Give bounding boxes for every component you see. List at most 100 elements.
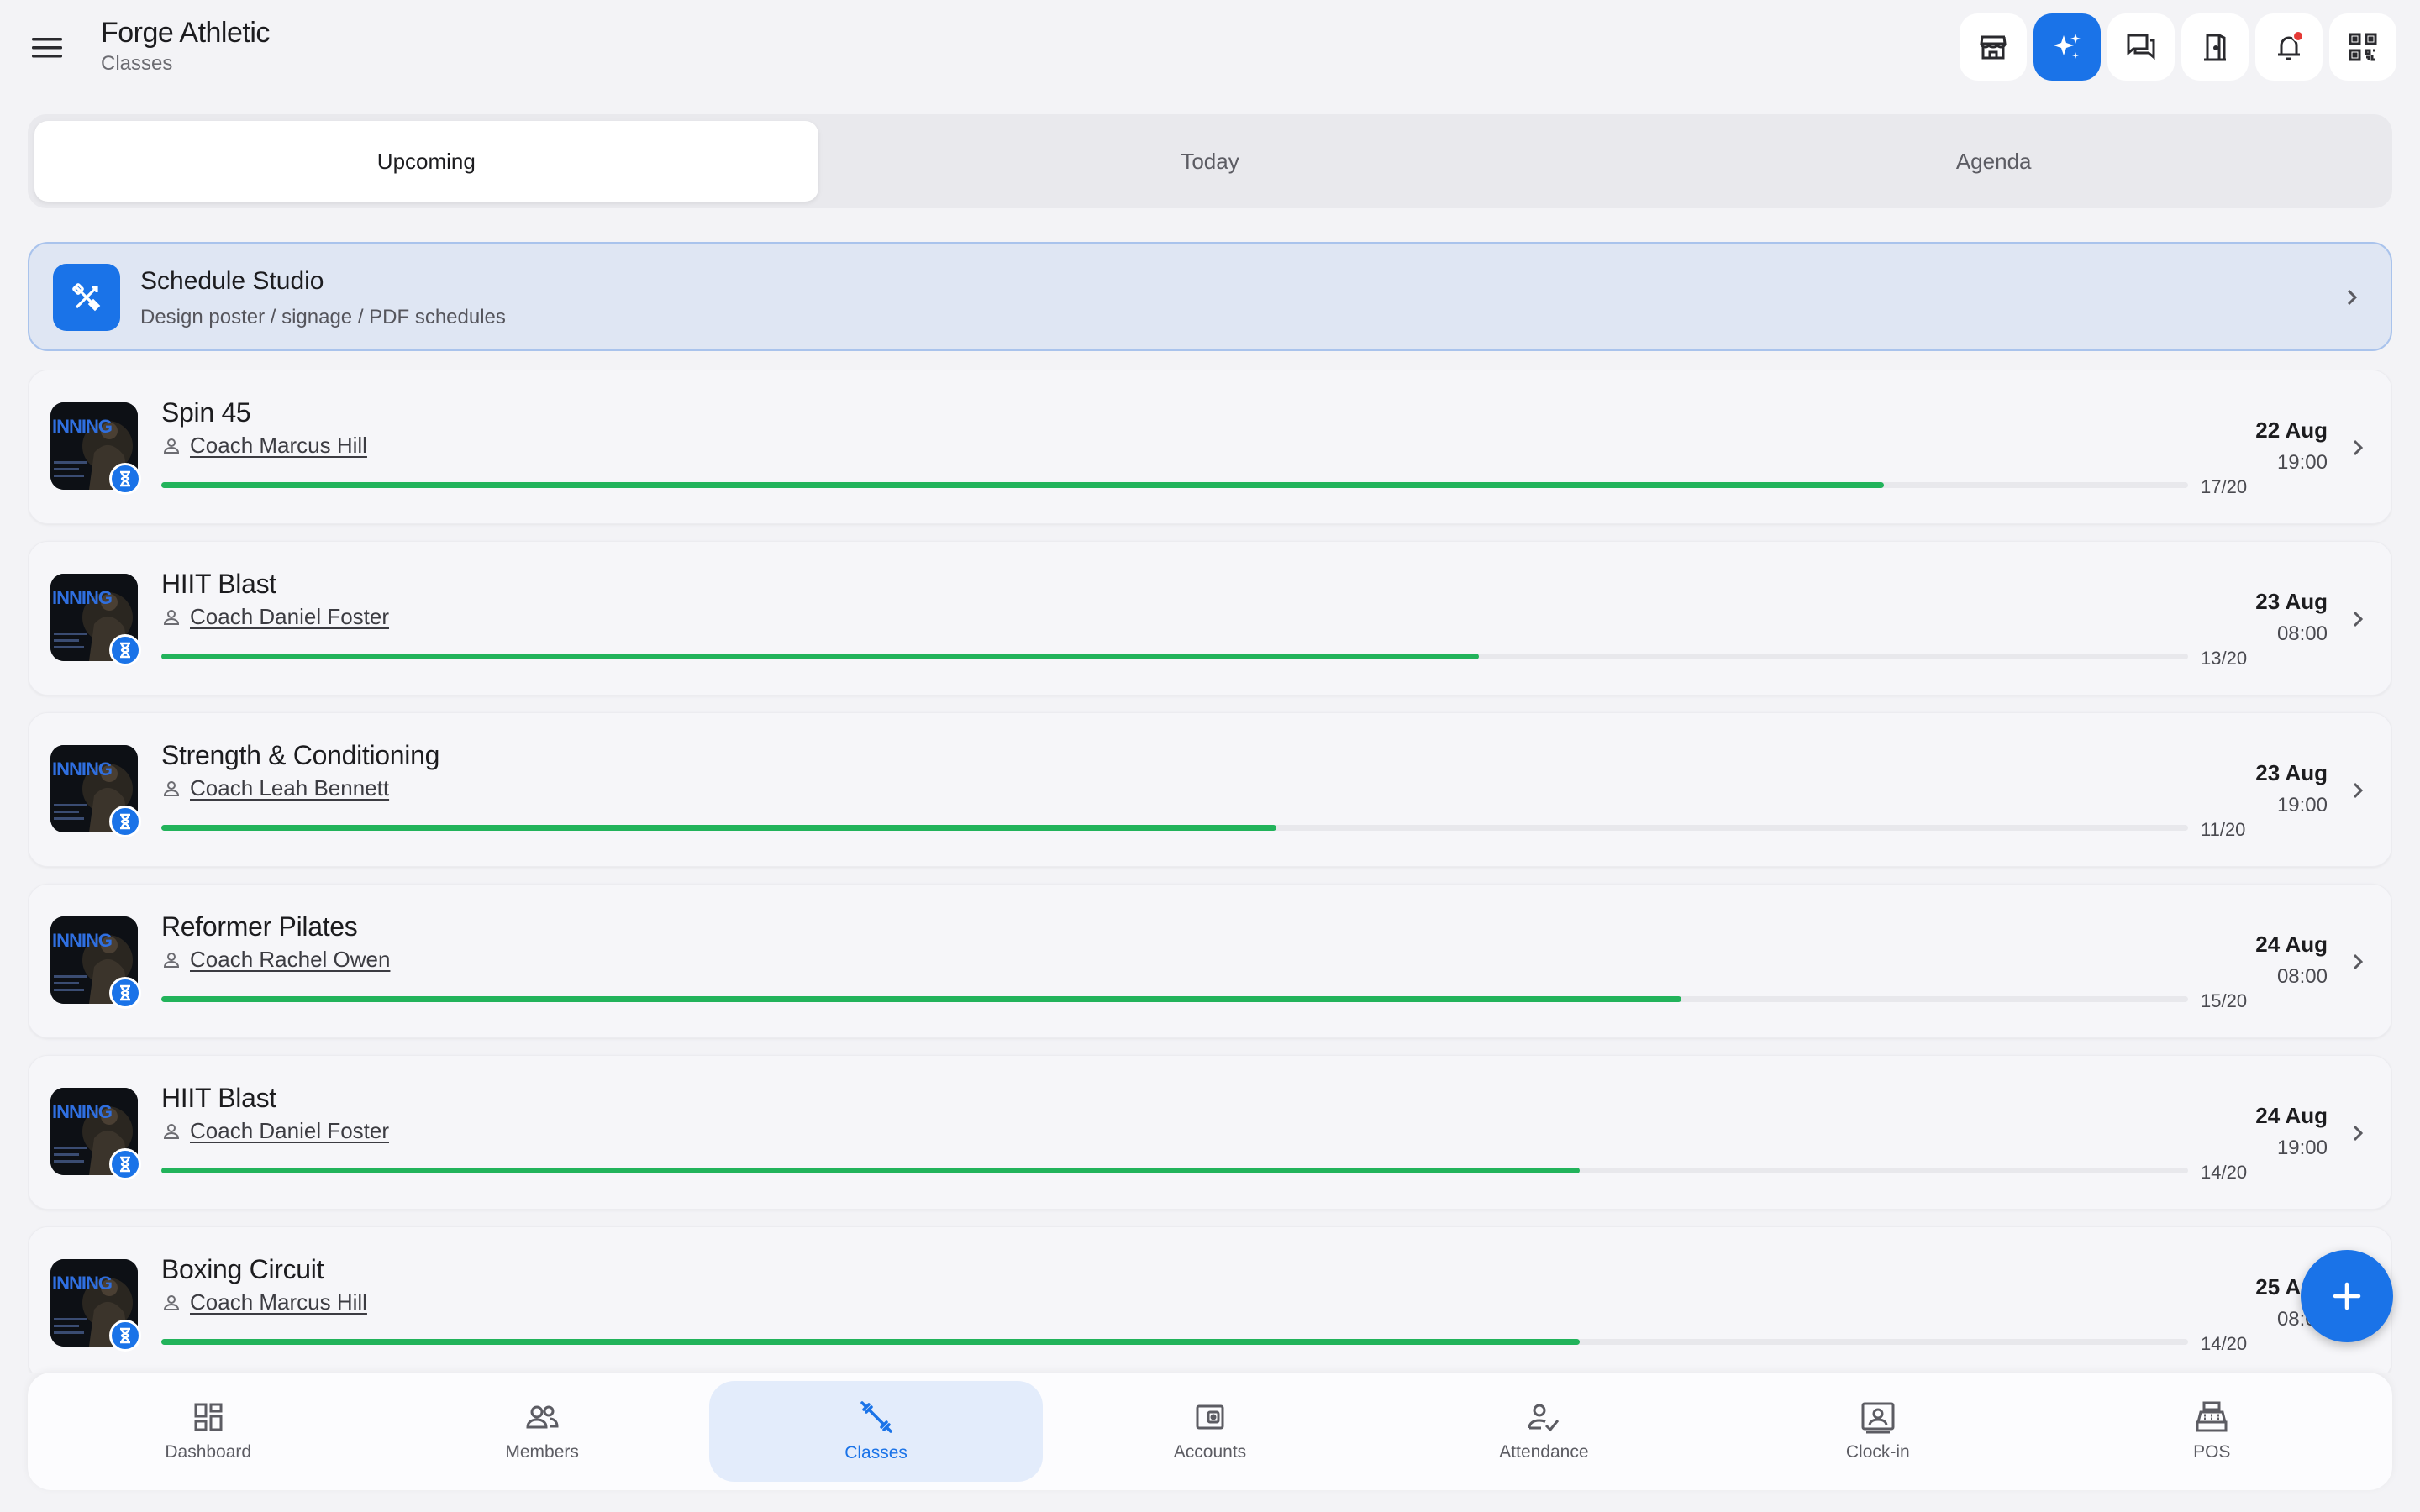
class-card[interactable]: INNING Spin 45 Coach Marcus Hill 17/20 2… <box>28 370 2392 524</box>
chevron-right-icon <box>2349 1120 2366 1147</box>
thumbnail-text: INNING <box>52 930 112 951</box>
studio-title: Schedule Studio <box>140 267 324 295</box>
coach-name[interactable]: Coach Rachel Owen <box>190 947 390 973</box>
class-name: Reformer Pilates <box>161 911 358 942</box>
capacity-label: 14/20 <box>2201 1162 2248 1183</box>
class-card[interactable]: INNING HIIT Blast Coach Daniel Foster 13… <box>28 541 2392 696</box>
chevron-right-icon <box>2349 948 2366 975</box>
coach-name[interactable]: Coach Daniel Foster <box>190 1118 389 1144</box>
class-name: Boxing Circuit <box>161 1254 324 1284</box>
cash-register-icon <box>2196 1401 2228 1432</box>
capacity-bar <box>161 482 2188 488</box>
capacity-label: 11/20 <box>2201 819 2246 840</box>
nav-label: Members <box>505 1442 579 1462</box>
nav-clock-in[interactable]: Clock-in <box>1711 1381 2044 1482</box>
nav-label: Classes <box>844 1443 908 1462</box>
coach-name[interactable]: Coach Daniel Foster <box>190 604 389 630</box>
class-name: Strength & Conditioning <box>161 740 440 770</box>
studio-subtitle: Design poster / signage / PDF schedules <box>140 306 506 328</box>
hourglass-icon <box>109 634 141 666</box>
dumbbell-icon <box>860 1401 892 1433</box>
qr-code-icon <box>2349 33 2377 61</box>
thumbnail-text: INNING <box>52 1101 112 1122</box>
capacity-bar-fill <box>161 1339 1581 1345</box>
capacity-label: 14/20 <box>2201 1333 2248 1354</box>
door-icon <box>2204 34 2226 61</box>
class-card[interactable]: INNING Reformer Pilates Coach Rachel Owe… <box>28 884 2392 1038</box>
class-time: 19:00 <box>2276 794 2328 816</box>
ai-sparkle-icon <box>2054 34 2081 59</box>
schedule-studio-card[interactable]: Schedule Studio Design poster / signage … <box>28 242 2392 351</box>
coach-name[interactable]: Coach Marcus Hill <box>190 1289 367 1315</box>
members-icon <box>526 1405 559 1429</box>
capacity-bar <box>161 654 2188 659</box>
storefront-button[interactable] <box>1960 13 2027 81</box>
chevron-right-icon <box>2344 284 2360 311</box>
chat-icon <box>2127 34 2155 60</box>
tab-today[interactable]: Today <box>818 121 1602 202</box>
nav-dashboard[interactable]: Dashboard <box>41 1381 375 1482</box>
capacity-bar <box>161 1168 2188 1173</box>
nav-members[interactable]: Members <box>375 1381 708 1482</box>
nav-label: Attendance <box>1499 1442 1589 1462</box>
coach[interactable]: Coach Daniel Foster <box>163 1118 389 1144</box>
person-icon <box>163 438 180 454</box>
nav-classes[interactable]: Classes <box>708 1381 1044 1482</box>
person-icon <box>163 780 180 796</box>
capacity-bar-fill <box>161 654 1479 659</box>
class-card[interactable]: INNING HIIT Blast Coach Daniel Foster 14… <box>28 1055 2392 1210</box>
class-time: 19:00 <box>2276 1137 2328 1159</box>
dashboard-icon <box>194 1403 223 1431</box>
nav-accounts[interactable]: Accounts <box>1043 1381 1376 1482</box>
add-class-button[interactable] <box>2301 1250 2393 1342</box>
qr-code-button[interactable] <box>2329 13 2396 81</box>
thumbnail-text: INNING <box>52 587 112 608</box>
class-card[interactable]: INNING Strength & Conditioning Coach Lea… <box>28 712 2392 867</box>
coach-name[interactable]: Coach Leah Bennett <box>190 775 389 801</box>
class-date: 23 Aug <box>2255 760 2328 785</box>
design-tools-icon <box>53 264 120 331</box>
tab-upcoming[interactable]: Upcoming <box>34 121 818 202</box>
thumbnail-text: INNING <box>52 759 112 780</box>
capacity-bar-fill <box>161 996 1681 1002</box>
nav-label: Dashboard <box>165 1442 252 1462</box>
nav-label: POS <box>2193 1442 2231 1462</box>
class-name: HIIT Blast <box>161 569 276 599</box>
coach[interactable]: Coach Rachel Owen <box>163 947 390 973</box>
class-date: 24 Aug <box>2255 1103 2328 1128</box>
header-actions <box>1960 13 2396 81</box>
person-icon <box>163 1123 180 1139</box>
class-name: Spin 45 <box>161 397 251 428</box>
plus-icon <box>2333 1282 2361 1310</box>
chevron-right-icon <box>2349 434 2366 461</box>
ai-assistant-button[interactable] <box>2033 13 2101 81</box>
class-time: 08:00 <box>2276 622 2328 645</box>
hourglass-icon <box>109 977 141 1009</box>
coach[interactable]: Coach Marcus Hill <box>163 1289 367 1315</box>
wallet-icon <box>1196 1404 1224 1430</box>
coach[interactable]: Coach Marcus Hill <box>163 433 367 459</box>
storefront-icon <box>1980 35 2007 60</box>
chevron-right-icon <box>2349 777 2366 804</box>
tab-agenda[interactable]: Agenda <box>1602 121 2386 202</box>
coach[interactable]: Coach Leah Bennett <box>163 775 389 801</box>
bottom-navigation: Dashboard Members Classes Accounts Atten… <box>28 1373 2392 1490</box>
class-date: 23 Aug <box>2255 589 2328 614</box>
capacity-bar <box>161 825 2188 831</box>
notifications-button[interactable] <box>2255 13 2323 81</box>
class-card[interactable]: INNING Boxing Circuit Coach Marcus Hill … <box>28 1226 2392 1373</box>
menu-icon[interactable] <box>25 26 69 70</box>
chat-button[interactable] <box>2107 13 2175 81</box>
class-time: 19:00 <box>2276 451 2328 474</box>
person-icon <box>163 952 180 968</box>
coach-name[interactable]: Coach Marcus Hill <box>190 433 367 459</box>
nav-pos[interactable]: POS <box>2045 1381 2379 1482</box>
nav-label: Accounts <box>1173 1442 1247 1462</box>
coach[interactable]: Coach Daniel Foster <box>163 604 389 630</box>
chevron-right-icon <box>2349 606 2366 633</box>
door-button[interactable] <box>2181 13 2249 81</box>
capacity-bar <box>161 1339 2188 1345</box>
nav-attendance[interactable]: Attendance <box>1377 1381 1711 1482</box>
class-list: INNING Spin 45 Coach Marcus Hill 17/20 2… <box>28 370 2392 1373</box>
thumbnail-text: INNING <box>52 1273 112 1294</box>
